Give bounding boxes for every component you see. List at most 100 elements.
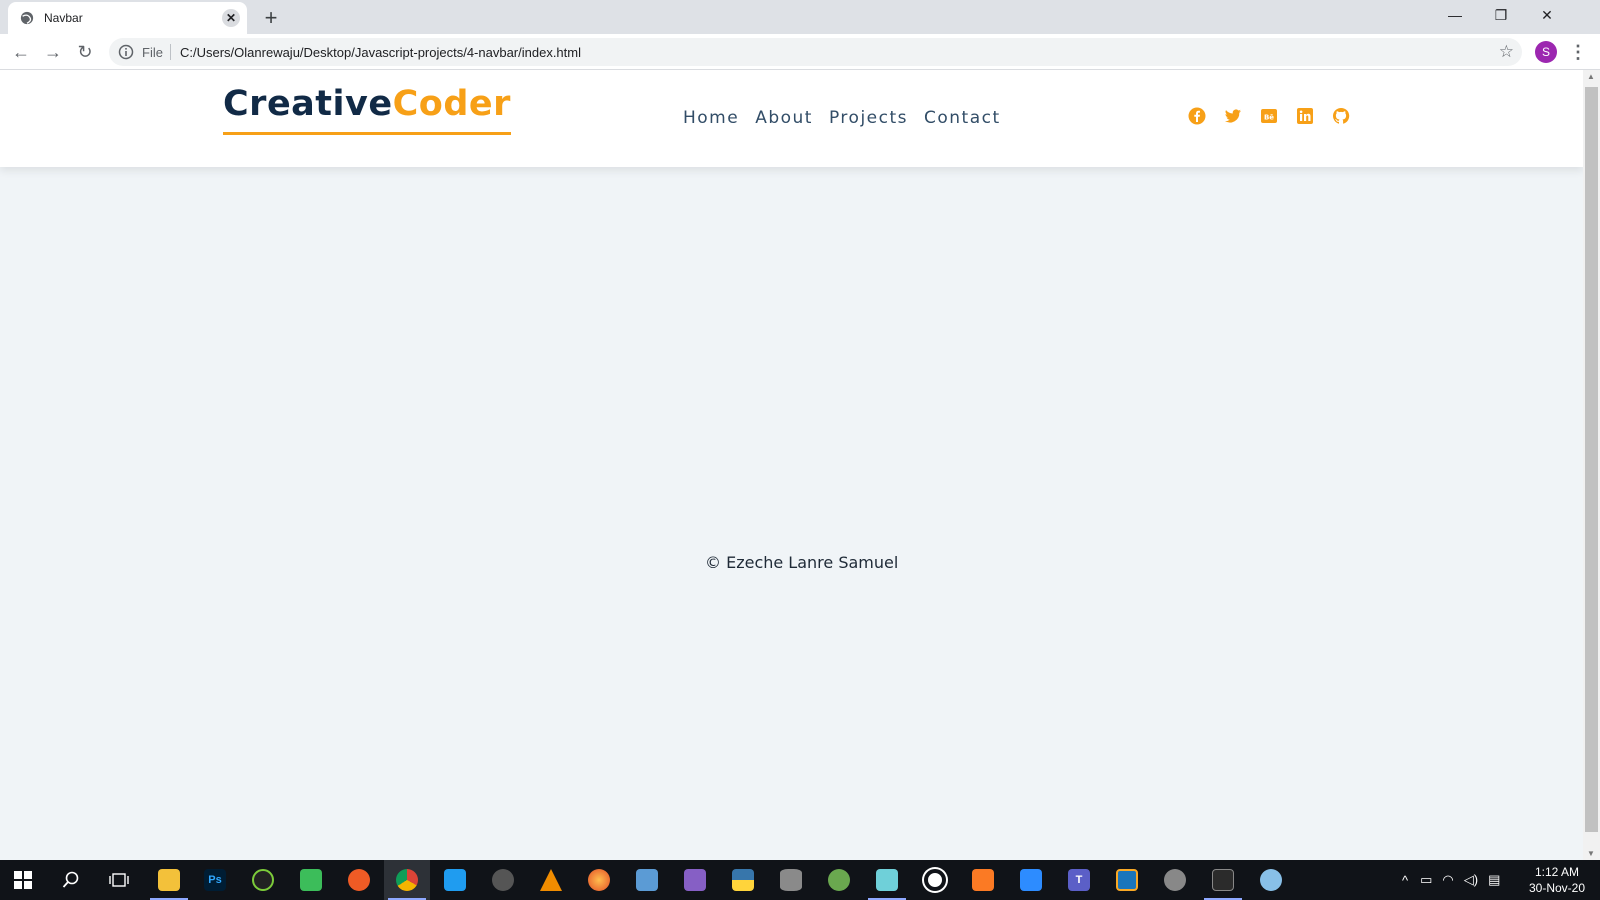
chevron-up-icon[interactable]: ^ bbox=[1402, 873, 1408, 888]
visual-studio-icon bbox=[684, 869, 706, 891]
nav-links: Home About Projects Contact bbox=[683, 108, 1017, 128]
taskbar-app-database[interactable] bbox=[768, 860, 814, 900]
taskbar-app-file-explorer[interactable] bbox=[146, 860, 192, 900]
trello-icon bbox=[300, 869, 322, 891]
inkscape-icon bbox=[252, 869, 274, 891]
taskbar-app-xampp[interactable] bbox=[960, 860, 1006, 900]
xampp-icon bbox=[972, 869, 994, 891]
globe-icon bbox=[20, 11, 34, 25]
site-logo[interactable]: CreativeCoder bbox=[223, 84, 511, 135]
task-view-button[interactable] bbox=[96, 860, 142, 900]
logo-text-creative: Creative bbox=[223, 84, 393, 124]
forward-button[interactable]: → bbox=[40, 39, 66, 65]
tab-close-icon[interactable]: ✕ bbox=[222, 9, 240, 27]
virtualbox-icon bbox=[636, 869, 658, 891]
nav-link-about[interactable]: About bbox=[755, 108, 813, 128]
browser-toolbar: ← → ↻ File C:/Users/Olanrewaju/Desktop/J… bbox=[0, 34, 1600, 70]
taskbar-app-vscode[interactable] bbox=[432, 860, 478, 900]
svg-text:Bē: Bē bbox=[1264, 114, 1274, 122]
logo-text-coder: Coder bbox=[392, 84, 511, 124]
taskbar-app-teams[interactable]: T bbox=[1056, 860, 1102, 900]
nav-link-contact[interactable]: Contact bbox=[924, 108, 1001, 128]
clock-date: 30-Nov-20 bbox=[1528, 881, 1586, 895]
scheme-label: File bbox=[142, 45, 163, 60]
taskbar-app-python[interactable] bbox=[720, 860, 766, 900]
taskbar-app-davinci[interactable] bbox=[1152, 860, 1198, 900]
paint-icon bbox=[1260, 869, 1282, 891]
notification-icon[interactable]: ▤ bbox=[1488, 872, 1500, 888]
davinci-icon bbox=[1164, 869, 1186, 891]
tab-title: Navbar bbox=[44, 11, 83, 25]
divider bbox=[170, 44, 171, 60]
zoom-icon bbox=[1020, 869, 1042, 891]
close-window-button[interactable]: ✕ bbox=[1524, 0, 1570, 30]
github-icon[interactable] bbox=[1332, 107, 1350, 125]
taskbar-app-trello[interactable] bbox=[288, 860, 334, 900]
restore-button[interactable]: ❐ bbox=[1478, 0, 1524, 30]
taskbar-app-virtualbox[interactable] bbox=[624, 860, 670, 900]
url-text[interactable]: C:/Users/Olanrewaju/Desktop/Javascript-p… bbox=[180, 45, 581, 60]
folder-icon bbox=[158, 869, 180, 891]
taskbar-app-visual-studio[interactable] bbox=[672, 860, 718, 900]
new-tab-button[interactable]: + bbox=[259, 5, 283, 30]
back-button[interactable]: ← bbox=[8, 39, 34, 65]
unity-icon bbox=[924, 869, 946, 891]
vscode-icon bbox=[444, 869, 466, 891]
page-viewport: CreativeCoder Home About Projects Contac… bbox=[0, 70, 1583, 860]
behance-icon[interactable]: Bē bbox=[1260, 107, 1278, 125]
taskbar-app-postman[interactable] bbox=[336, 860, 382, 900]
taskbar-app-chameleon[interactable] bbox=[816, 860, 862, 900]
minimize-button[interactable]: — bbox=[1432, 0, 1478, 30]
taskbar-app-firefox[interactable] bbox=[576, 860, 622, 900]
volume-icon[interactable]: ◁) bbox=[1464, 872, 1478, 888]
browser-tab[interactable]: Navbar ✕ bbox=[8, 2, 247, 34]
twitter-icon[interactable] bbox=[1224, 107, 1242, 125]
system-tray: ^ ▭ ◠ ◁) ▤ bbox=[1402, 860, 1500, 900]
profile-avatar[interactable]: S bbox=[1535, 41, 1557, 63]
chrome-icon bbox=[396, 869, 418, 891]
info-icon[interactable] bbox=[118, 44, 134, 60]
nav-link-projects[interactable]: Projects bbox=[829, 108, 908, 128]
facebook-icon[interactable] bbox=[1188, 107, 1206, 125]
obs-icon bbox=[492, 869, 514, 891]
taskbar-app-inkscape[interactable] bbox=[240, 860, 286, 900]
social-links: Bē bbox=[1188, 107, 1368, 125]
start-button[interactable] bbox=[0, 860, 46, 900]
tab-strip: Navbar ✕ + — ❐ ✕ bbox=[0, 0, 1600, 34]
battery-icon[interactable]: ▭ bbox=[1420, 872, 1432, 888]
filezilla-icon bbox=[1116, 869, 1138, 891]
page-scrollbar[interactable]: ▲ ▼ bbox=[1583, 70, 1600, 860]
taskbar-app-unity[interactable] bbox=[912, 860, 958, 900]
vlc-icon bbox=[540, 869, 562, 891]
clock-time: 1:12 AM bbox=[1534, 865, 1580, 879]
linkedin-icon[interactable] bbox=[1296, 107, 1314, 125]
teams-icon: T bbox=[1068, 869, 1090, 891]
taskbar-app-vlc[interactable] bbox=[528, 860, 574, 900]
python-icon bbox=[732, 869, 754, 891]
taskbar-app-zoom[interactable] bbox=[1008, 860, 1054, 900]
search-button[interactable] bbox=[48, 860, 94, 900]
nav-link-home[interactable]: Home bbox=[683, 108, 739, 128]
taskbar-app-chrome[interactable] bbox=[384, 860, 430, 900]
browser-menu-icon[interactable]: ⋮ bbox=[1568, 41, 1588, 63]
scroll-up-icon[interactable]: ▲ bbox=[1587, 72, 1595, 81]
notepad-icon bbox=[876, 869, 898, 891]
firefox-icon bbox=[588, 869, 610, 891]
scrollbar-thumb[interactable] bbox=[1585, 87, 1598, 832]
reload-button[interactable]: ↻ bbox=[72, 39, 98, 65]
taskbar-app-terminal[interactable] bbox=[1200, 860, 1246, 900]
taskbar-clock[interactable]: 1:12 AM 30-Nov-20 bbox=[1524, 864, 1590, 896]
bookmark-star-icon[interactable]: ☆ bbox=[1499, 42, 1514, 62]
taskbar-app-paint[interactable] bbox=[1248, 860, 1294, 900]
photoshop-icon: Ps bbox=[204, 869, 226, 891]
scroll-down-icon[interactable]: ▼ bbox=[1587, 849, 1595, 858]
taskbar-app-obs[interactable] bbox=[480, 860, 526, 900]
taskbar-app-notepad[interactable] bbox=[864, 860, 910, 900]
footer-copyright: © Ezeche Lanre Samuel bbox=[705, 553, 899, 572]
search-icon bbox=[62, 871, 79, 888]
wifi-icon[interactable]: ◠ bbox=[1442, 872, 1453, 888]
site-navbar: CreativeCoder Home About Projects Contac… bbox=[0, 70, 1583, 167]
address-bar[interactable]: File C:/Users/Olanrewaju/Desktop/Javascr… bbox=[109, 38, 1522, 66]
taskbar-app-filezilla[interactable] bbox=[1104, 860, 1150, 900]
taskbar-app-photoshop[interactable]: Ps bbox=[192, 860, 238, 900]
